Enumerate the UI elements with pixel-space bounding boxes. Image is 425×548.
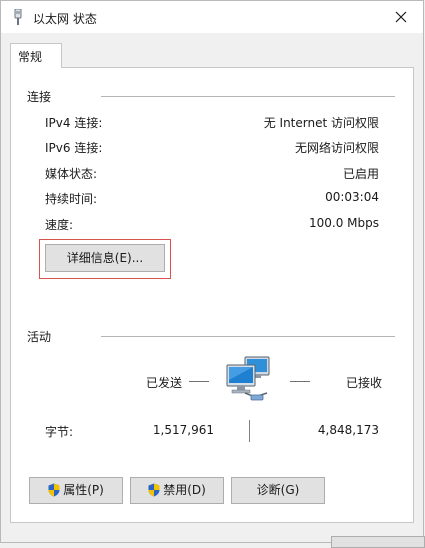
activity-group-label: 活动 xyxy=(27,330,52,344)
received-label: 已接收 xyxy=(346,376,383,390)
duration-label: 持续时间: xyxy=(45,192,98,206)
close-button[interactable] xyxy=(379,1,423,33)
properties-button[interactable]: 属性(P) xyxy=(29,477,123,504)
diagnose-button[interactable]: 诊断(G) xyxy=(231,477,325,504)
bytes-separator xyxy=(249,420,250,442)
uac-shield-icon xyxy=(48,483,60,496)
ipv6-value: 无网络访问权限 xyxy=(294,141,379,155)
status-dialog: 以太网 状态 常规 连接 IPv4 连接: 无 Internet 访问权限 IP… xyxy=(0,0,425,548)
tab-panel xyxy=(10,67,414,523)
disable-button[interactable]: 禁用(D) xyxy=(130,477,224,504)
tab-general-label: 常规 xyxy=(18,50,43,64)
tab-general[interactable]: 常规 xyxy=(10,43,62,68)
network-computers-icon xyxy=(223,353,277,403)
ipv4-label: IPv4 连接: xyxy=(45,116,103,130)
title-bar: 以太网 状态 xyxy=(1,1,423,33)
media-state-value: 已启用 xyxy=(342,167,379,181)
disable-button-label: 禁用(D) xyxy=(163,483,206,497)
properties-button-label: 属性(P) xyxy=(63,483,104,497)
bytes-received-value: 4,848,173 xyxy=(317,423,379,437)
ipv4-value: 无 Internet 访问权限 xyxy=(263,116,379,130)
sent-label: 已发送 xyxy=(146,376,183,390)
media-state-label: 媒体状态: xyxy=(45,167,98,181)
connection-group-label: 连接 xyxy=(27,90,52,104)
diagnose-button-label: 诊断(G) xyxy=(256,483,300,497)
bytes-sent-value: 1,517,961 xyxy=(152,423,214,437)
ipv6-label: IPv6 连接: xyxy=(45,141,103,155)
details-button[interactable]: 详细信息(E)... xyxy=(45,244,165,272)
activity-group-divider xyxy=(101,336,395,337)
close-dialog-button-partial[interactable] xyxy=(331,536,425,548)
duration-value: 00:03:04 xyxy=(325,190,379,204)
received-dash xyxy=(290,381,310,382)
close-icon xyxy=(395,11,407,23)
sent-dash xyxy=(189,381,209,382)
uac-shield-icon xyxy=(148,483,160,496)
window-title: 以太网 状态 xyxy=(33,12,97,26)
ethernet-plug-icon xyxy=(12,8,24,25)
speed-label: 速度: xyxy=(45,218,74,232)
bytes-label: 字节: xyxy=(45,425,74,439)
speed-value: 100.0 Mbps xyxy=(308,216,379,230)
connection-group-divider xyxy=(101,96,395,97)
